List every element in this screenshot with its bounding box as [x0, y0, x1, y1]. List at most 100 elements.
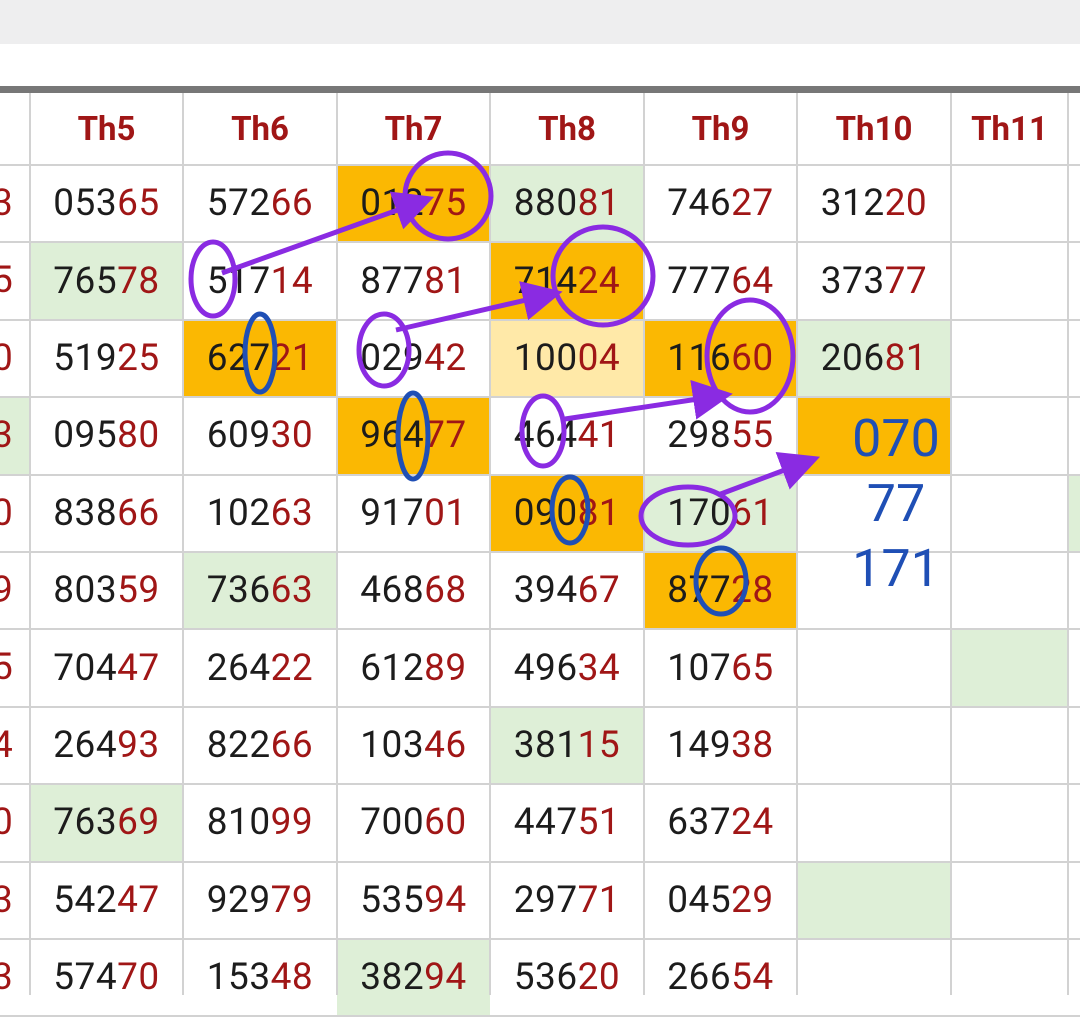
- table-cell: 877 81: [337, 242, 490, 319]
- column-header: Th5: [77, 109, 136, 149]
- number-lead: 517: [206, 259, 271, 303]
- table-cell: 264 93: [30, 707, 183, 784]
- number-tail: 70: [117, 956, 160, 1000]
- number-tail: 63: [270, 491, 314, 535]
- table-cell: 877 28: [644, 552, 797, 630]
- number-tail: 94: [424, 956, 467, 1000]
- number-tail: 81: [577, 182, 621, 226]
- number-lead: 929: [206, 878, 271, 922]
- table-cell: 103 46: [337, 707, 490, 784]
- number-lead: 095: [53, 414, 118, 458]
- number-tail: 42: [424, 336, 467, 380]
- column-header: Th6: [231, 109, 289, 149]
- number-lead: 103: [360, 723, 425, 767]
- number-tail: 27: [731, 182, 774, 226]
- number-lead: 447: [513, 801, 578, 845]
- table-cell: 496 34: [490, 629, 644, 706]
- table-cell: 394 67: [490, 552, 644, 629]
- table-cell: 700 60: [337, 784, 490, 861]
- number-lead: 029: [360, 336, 425, 380]
- number-tail: 51: [577, 801, 621, 845]
- grid-line: [0, 164, 1080, 166]
- number-tail: 66: [117, 491, 160, 535]
- number-lead: 803: [53, 569, 118, 613]
- table-cell: 297 71: [490, 862, 644, 939]
- table-cell: 542 47: [30, 862, 183, 939]
- table-cell: 704 47: [30, 629, 183, 706]
- number-tail: 30: [270, 414, 314, 458]
- number-lead: 810: [206, 801, 271, 845]
- handwritten-note: 171: [852, 538, 940, 599]
- handwritten-note: 070: [852, 408, 940, 469]
- column-header: Th9: [691, 109, 750, 149]
- table-cell: 612 89: [337, 629, 490, 706]
- table-cell: 100 04: [490, 319, 644, 398]
- number-tail: 15: [577, 723, 621, 767]
- number-tail: 66: [270, 182, 314, 226]
- table-cell: 714 24: [490, 242, 644, 320]
- grid-line: [0, 318, 1080, 321]
- number-tail: 81: [884, 336, 928, 380]
- table-cell: [951, 242, 1068, 319]
- table-cell: 736 63: [183, 552, 337, 630]
- number-tail: 69: [117, 801, 160, 845]
- table-cell: 637 24: [644, 784, 797, 861]
- number-tail: 60: [731, 336, 774, 380]
- table-cell: 609 30: [183, 397, 337, 474]
- left-edge-digit: 0: [0, 491, 13, 535]
- number-tail: 75: [424, 182, 467, 226]
- handwritten-note: 77: [866, 473, 926, 534]
- number-lead: 877: [360, 259, 425, 303]
- number-lead: 704: [53, 646, 118, 690]
- grid-line: [0, 705, 1080, 708]
- number-tail: 01: [424, 491, 467, 535]
- table-cell: 964 77: [337, 397, 490, 475]
- number-tail: 24: [577, 259, 621, 303]
- number-lead: 765: [53, 259, 118, 303]
- table-cell: 777 64: [644, 242, 797, 319]
- grid-line: [0, 938, 1080, 940]
- number-tail: 54: [731, 956, 774, 1000]
- number-tail: 77: [424, 414, 467, 458]
- table-cell: 838 66: [30, 475, 183, 552]
- number-lead: 297: [513, 878, 578, 922]
- table-cell: 053 65: [30, 165, 183, 242]
- grid-line: [0, 241, 1080, 244]
- number-tail: 41: [577, 414, 621, 458]
- number-tail: 81: [424, 259, 467, 303]
- table-cell: 045 29: [644, 862, 797, 939]
- number-lead: 763: [53, 801, 118, 845]
- number-lead: 736: [206, 569, 271, 613]
- number-lead: 264: [53, 723, 118, 767]
- table-cell: 880 81: [490, 165, 644, 243]
- left-edge-digit: 3: [0, 878, 13, 922]
- number-tail: 47: [117, 646, 160, 690]
- number-lead: 838: [53, 491, 118, 535]
- number-tail: 29: [731, 878, 774, 922]
- number-lead: 519: [53, 336, 118, 380]
- number-lead: 149: [667, 723, 732, 767]
- number-lead: 170: [667, 491, 732, 535]
- number-lead: 574: [53, 956, 118, 1000]
- number-lead: 496: [513, 646, 578, 690]
- number-lead: 102: [206, 491, 271, 535]
- left-edge-digit: 0: [0, 336, 13, 380]
- number-lead: 153: [206, 956, 271, 1000]
- number-lead: 542: [53, 878, 118, 922]
- number-lead: 535: [360, 878, 425, 922]
- number-tail: 20: [577, 956, 621, 1000]
- table-cell: 464 41: [490, 397, 644, 474]
- column-header: Th10: [835, 109, 913, 149]
- table-cell: 810 99: [183, 784, 337, 861]
- left-edge-digit: 3: [0, 414, 13, 458]
- number-tail: 94: [424, 878, 467, 922]
- left-edge-digit: 3: [0, 182, 13, 225]
- number-lead: 312: [820, 182, 885, 226]
- number-tail: 04: [577, 336, 621, 380]
- table-cell: 517 14: [183, 242, 337, 319]
- right-edge-fill: [1068, 474, 1080, 552]
- table-cell: 763 69: [30, 784, 183, 862]
- table-cell: 381 15: [490, 706, 644, 785]
- left-edge-digit: 5: [0, 646, 13, 690]
- number-tail: 22: [270, 646, 314, 690]
